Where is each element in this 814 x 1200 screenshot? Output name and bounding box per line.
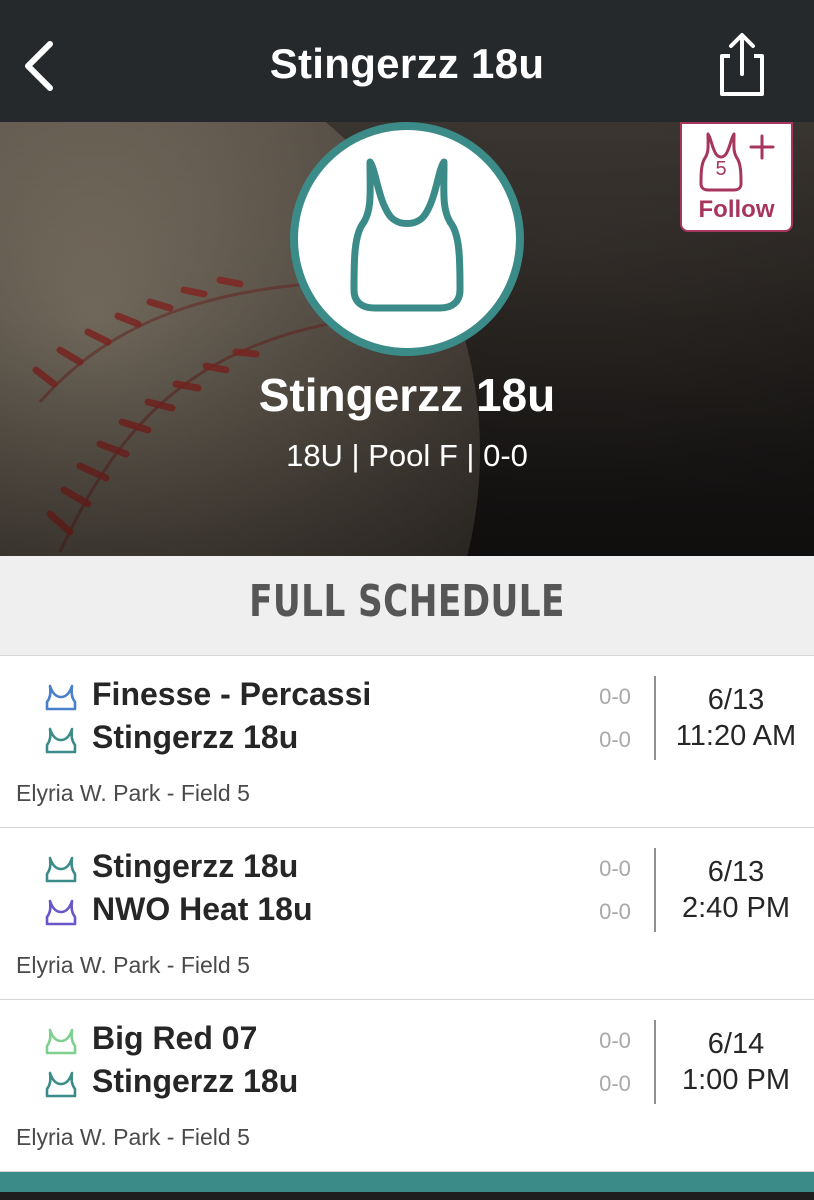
jersey-icon [350,158,464,312]
game-venue: Elyria W. Park - Field 5 [16,1124,250,1150]
share-icon [720,33,764,96]
divider [654,676,656,760]
jersey-icon [45,684,77,711]
schedule-header: FULL SCHEDULE [0,556,814,656]
team-avatar [290,122,524,356]
team-name-label: Stingerzz 18u [92,848,299,884]
game-time: 1:00 PM [682,1064,790,1096]
game-time: 2:40 PM [682,892,790,924]
team-name-label: NWO Heat 18u [92,891,313,927]
game-row[interactable]: Big Red 07 Stingerzz 18u 0-0 0-0 6/14 1:… [0,1000,814,1172]
jersey-icon [45,1071,77,1098]
jersey-icon [45,727,77,754]
team-name-label: Stingerzz 18u [92,719,299,755]
team-score: 0-0 [599,684,631,709]
follow-count-badge: 5 [715,158,727,180]
share-button[interactable] [712,30,772,100]
divider [654,848,656,932]
team-score: 0-0 [599,856,631,881]
page-title: Stingerzz 18u [269,40,545,87]
team-name: Stingerzz 18u [258,369,556,421]
game-row[interactable]: Stingerzz 18u NWO Heat 18u 0-0 0-0 6/13 … [0,828,814,1000]
jersey-icon [45,899,77,926]
game-time: 11:20 AM [675,720,797,752]
team-name-label: Finesse - Percassi [92,676,372,712]
team-score: 0-0 [599,1071,631,1096]
divider [654,1020,656,1104]
bottom-accent-bar [0,1172,814,1192]
team-meta: 18U | Pool F | 0-0 [286,438,528,473]
team-score: 0-0 [599,727,631,752]
game-date: 6/13 [707,856,765,888]
jersey-icon [45,856,77,883]
team-score: 0-0 [599,1028,631,1053]
follow-label: Follow [698,196,775,223]
top-bar: Stingerzz 18u [0,0,814,122]
jersey-plus-icon [699,132,775,192]
game-venue: Elyria W. Park - Field 5 [16,952,250,978]
game-venue: Elyria W. Park - Field 5 [16,780,250,806]
team-name-label: Big Red 07 [92,1020,258,1056]
team-name-label: Stingerzz 18u [92,1063,299,1099]
game-date: 6/13 [707,684,765,716]
team-score: 0-0 [599,899,631,924]
follow-button[interactable]: 5 Follow [680,122,793,232]
jersey-icon [45,1028,77,1055]
game-row[interactable]: Finesse - Percassi Stingerzz 18u 0-0 0-0… [0,656,814,828]
schedule-title: FULL SCHEDULE [249,576,565,627]
game-date: 6/14 [707,1028,765,1060]
